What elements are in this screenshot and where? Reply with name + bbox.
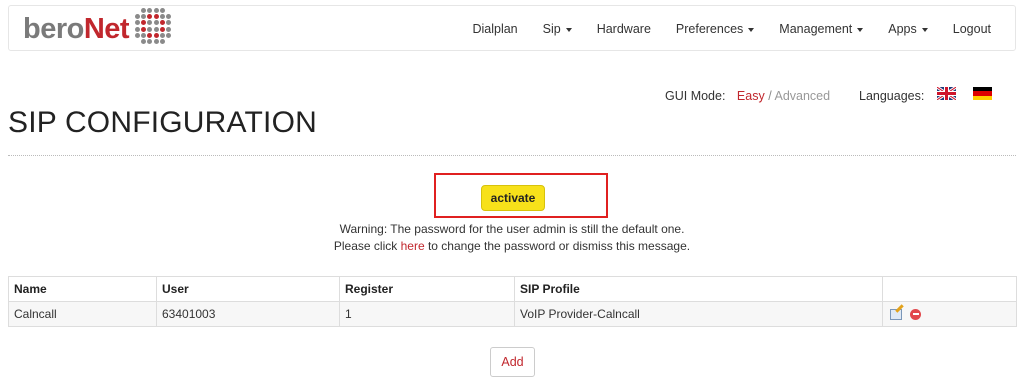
- cell-actions: [882, 301, 1017, 327]
- sip-table: Name User Register SIP Profile Calncall …: [8, 276, 1017, 327]
- warning-message: Warning: The password for the user admin…: [339, 222, 685, 236]
- gui-mode-separator: /: [768, 89, 772, 103]
- header-actions: [882, 276, 1017, 302]
- nav-sip[interactable]: Sip: [530, 22, 584, 36]
- caret-down-icon: [565, 27, 572, 32]
- table-header-row: Name User Register SIP Profile: [8, 276, 1017, 302]
- header-user: User: [156, 276, 340, 302]
- nav-preferences[interactable]: Preferences: [663, 22, 766, 36]
- beronet-logo[interactable]: beroNet: [23, 8, 172, 48]
- warning-instruction: Please click here to change the password…: [333, 239, 691, 253]
- main-nav: Dialplan Sip Hardware Preferences Manage…: [460, 6, 1015, 52]
- gui-mode-switch: GUI Mode: Easy / Advanced: [665, 89, 830, 103]
- delete-icon[interactable]: [910, 308, 921, 320]
- nav-apps[interactable]: Apps: [876, 22, 941, 36]
- caret-down-icon: [748, 27, 755, 32]
- gui-mode-label: GUI Mode:: [665, 89, 726, 103]
- caret-down-icon: [857, 27, 864, 32]
- title-divider: [8, 155, 1016, 156]
- nav-hardware[interactable]: Hardware: [584, 22, 663, 36]
- page-title: SIP CONFIGURATION: [8, 106, 317, 139]
- nav-logout[interactable]: Logout: [940, 22, 1015, 36]
- edit-icon[interactable]: [890, 308, 902, 320]
- nav-management[interactable]: Management: [767, 22, 876, 36]
- uk-flag-icon[interactable]: [937, 87, 956, 100]
- change-password-link[interactable]: here: [401, 239, 425, 253]
- cell-user: 63401003: [156, 301, 340, 327]
- germany-flag-icon[interactable]: [973, 87, 992, 100]
- activate-button[interactable]: activate: [481, 185, 545, 211]
- gui-mode-easy-link[interactable]: Easy: [737, 89, 765, 103]
- cell-register: 1: [339, 301, 515, 327]
- logo-text: beroNet: [23, 12, 130, 45]
- add-button[interactable]: Add: [490, 347, 535, 377]
- gui-mode-advanced-link[interactable]: Advanced: [774, 89, 830, 103]
- languages-label: Languages:: [859, 89, 925, 103]
- cell-sip-profile: VoIP Provider-Calncall: [514, 301, 883, 327]
- header-name: Name: [8, 276, 157, 302]
- nav-dialplan[interactable]: Dialplan: [460, 22, 530, 36]
- caret-down-icon: [921, 27, 928, 32]
- header-register: Register: [339, 276, 515, 302]
- header-sip-profile: SIP Profile: [514, 276, 883, 302]
- table-row: Calncall 63401003 1 VoIP Provider-Calnca…: [8, 301, 1017, 327]
- logo-dots-icon: [135, 8, 172, 44]
- cell-name: Calncall: [8, 301, 157, 327]
- navbar: beroNet Dialplan Sip Hardware Preference…: [8, 5, 1016, 51]
